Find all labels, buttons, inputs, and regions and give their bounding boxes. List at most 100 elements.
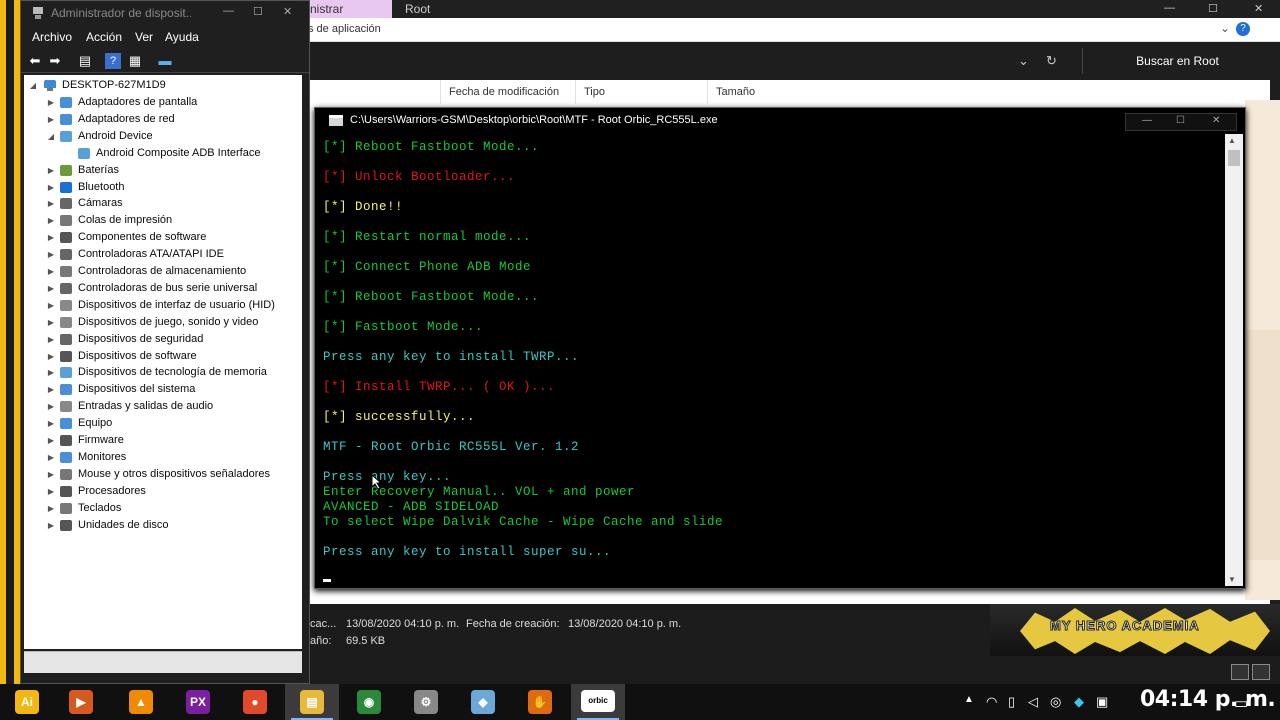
tree-item[interactable]: ▶ Baterías (24, 162, 302, 179)
battery-icon[interactable]: ▯ (1008, 694, 1015, 710)
close-icon[interactable]: ✕ (283, 5, 292, 18)
action-center-icon[interactable]: ▭ (1234, 694, 1248, 712)
tree-item[interactable]: ▶ Componentes de software (24, 229, 302, 246)
tree-item[interactable]: ▶ Procesadores (24, 483, 302, 500)
tree-item[interactable]: ▶ Dispositivos del sistema (24, 381, 302, 398)
tree-item[interactable]: ▶ Controladoras ATA/ATAPI IDE (24, 246, 302, 263)
chevron-right-icon[interactable]: ▶ (46, 246, 56, 263)
steam-icon[interactable]: ◎ (1050, 694, 1061, 710)
back-arrow-icon[interactable]: ⬅ (27, 53, 43, 69)
chevron-right-icon[interactable]: ▶ (46, 111, 56, 128)
column-type[interactable]: Tipo (575, 80, 697, 104)
chevron-down-icon[interactable]: ⌄ (1220, 21, 1230, 35)
forward-arrow-icon[interactable]: ➡ (47, 53, 63, 69)
console-output[interactable]: [*] Reboot Fastboot Mode... [*] Unlock Bo… (315, 134, 1223, 588)
chevron-right-icon[interactable]: ▶ (46, 94, 56, 111)
monitor-icon[interactable]: ▬ (157, 53, 173, 69)
tree-item[interactable]: ▶ Equipo (24, 415, 302, 432)
chevron-right-icon[interactable]: ▶ (46, 483, 56, 500)
minimize-icon[interactable]: — (223, 5, 234, 17)
tree-item[interactable]: ▶ Cámaras (24, 195, 302, 212)
tree-item[interactable]: ▶ Bluetooth (24, 179, 302, 196)
menu-accion[interactable]: Acción (86, 30, 122, 44)
chevron-up-icon[interactable]: ▲ (964, 694, 974, 705)
tree-item[interactable]: ◢ Android Device (24, 128, 302, 145)
tree-item[interactable]: ▶ Controladoras de almacenamiento (24, 263, 302, 280)
chevron-right-icon[interactable]: ▶ (46, 314, 56, 331)
tree-item[interactable]: Android Composite ADB Interface (24, 145, 302, 162)
chevron-right-icon[interactable]: ▶ (46, 381, 56, 398)
menu-ver[interactable]: Ver (135, 30, 153, 44)
app-media-button[interactable]: ▶ (54, 684, 108, 720)
chevron-right-icon[interactable]: ▶ (46, 348, 56, 365)
scroll-up-icon[interactable]: ▲ (1228, 136, 1236, 145)
chevron-right-icon[interactable]: ▶ (46, 331, 56, 348)
details-view-icon[interactable] (1231, 664, 1249, 680)
minimize-icon[interactable]: — (1142, 115, 1152, 126)
app-vlc-button[interactable]: ▲ (114, 684, 168, 720)
minimize-icon[interactable]: — (1164, 2, 1175, 14)
tree-item[interactable]: ▶ Dispositivos de tecnología de memoria (24, 364, 302, 381)
scroll-thumb[interactable] (1228, 150, 1240, 166)
chevron-right-icon[interactable]: ▶ (46, 364, 56, 381)
chevron-right-icon[interactable]: ▶ (46, 162, 56, 179)
tree-item[interactable]: ▶ Controladoras de bus serie universal (24, 280, 302, 297)
refresh-icon[interactable]: ↻ (1046, 53, 1057, 69)
tree-item[interactable]: ▶ Entradas y salidas de audio (24, 398, 302, 415)
maximize-icon[interactable]: ☐ (253, 5, 263, 18)
chevron-right-icon[interactable]: ▶ (46, 415, 56, 432)
volume-icon[interactable]: ◁ (1028, 694, 1038, 710)
chevron-down-icon[interactable]: ⌄ (1018, 53, 1029, 69)
app-notes-button[interactable]: ◆ (456, 684, 510, 720)
app-orbic-button[interactable]: orbic (571, 684, 625, 720)
tree-item[interactable]: ▶ Dispositivos de seguridad (24, 331, 302, 348)
clock[interactable]: 04:14 p. m. (1140, 687, 1276, 712)
chevron-right-icon[interactable]: ▶ (46, 280, 56, 297)
tree-item[interactable]: ▶ Firmware (24, 432, 302, 449)
app-recorder-button[interactable]: ● (228, 684, 282, 720)
help-icon[interactable]: ? (105, 53, 121, 69)
device-manager-titlebar[interactable]: Administrador de disposit... — ☐ ✕ (21, 1, 309, 27)
notification-icon[interactable]: ▣ (1096, 694, 1108, 710)
chevron-right-icon[interactable]: ▶ (46, 500, 56, 517)
view-icon[interactable]: ▦ (127, 53, 143, 69)
tree-item[interactable]: ▶ Colas de impresión (24, 212, 302, 229)
chevron-right-icon[interactable]: ▶ (46, 212, 56, 229)
console-scrollbar[interactable]: ▲ ▼ (1225, 134, 1243, 586)
chevron-right-icon[interactable]: ▶ (46, 229, 56, 246)
maximize-icon[interactable]: ☐ (1208, 2, 1218, 15)
scroll-down-icon[interactable]: ▼ (1228, 575, 1236, 584)
tree-item[interactable]: ▶ Adaptadores de red (24, 111, 302, 128)
tree-root[interactable]: ◢ DESKTOP-627M1D9 (24, 77, 302, 94)
menu-archivo[interactable]: Archivo (32, 30, 72, 44)
close-icon[interactable]: ✕ (1254, 2, 1263, 15)
tree-item[interactable]: ▶ Dispositivos de software (24, 348, 302, 365)
chevron-right-icon[interactable]: ▶ (46, 432, 56, 449)
tree-item[interactable]: ▶ Teclados (24, 500, 302, 517)
tree-item[interactable]: ▶ Dispositivos de interfaz de usuario (HI… (24, 297, 302, 314)
network-icon[interactable]: ◠ (986, 694, 997, 710)
tree-item[interactable]: ▶ Mouse y otros dispositivos señaladores (24, 466, 302, 483)
chevron-right-icon[interactable]: ▶ (46, 517, 56, 534)
shield-icon[interactable]: ◆ (1074, 694, 1084, 710)
chevron-right-icon[interactable]: ▶ (46, 466, 56, 483)
maximize-icon[interactable]: ☐ (1176, 115, 1185, 126)
help-icon[interactable]: ? (1236, 22, 1250, 36)
close-icon[interactable]: ✕ (1212, 115, 1220, 126)
search-input[interactable]: Buscar en Root (1082, 48, 1272, 74)
chevron-right-icon[interactable]: ▶ (46, 297, 56, 314)
tab-root[interactable]: Root (395, 0, 440, 18)
chevron-right-icon[interactable]: ▶ (46, 179, 56, 196)
column-size[interactable]: Tamaño (707, 80, 764, 104)
tree-item[interactable]: ▶ Dispositivos de juego, sonido y video (24, 314, 302, 331)
chevron-right-icon[interactable]: ▶ (46, 398, 56, 415)
chevron-down-icon[interactable]: ◢ (28, 77, 38, 94)
app-orange-button[interactable]: ✋ (513, 684, 567, 720)
chevron-right-icon[interactable]: ▶ (46, 263, 56, 280)
app-ai-button[interactable]: Ai (0, 684, 54, 720)
chevron-right-icon[interactable]: ▶ (46, 449, 56, 466)
tree-item[interactable]: ▶ Monitores (24, 449, 302, 466)
app-tool-button[interactable]: ⚙ (399, 684, 453, 720)
console-titlebar[interactable]: C:\Users\Warriors-GSM\Desktop\orbic\Root… (315, 108, 1245, 134)
menu-ayuda[interactable]: Ayuda (165, 30, 199, 44)
